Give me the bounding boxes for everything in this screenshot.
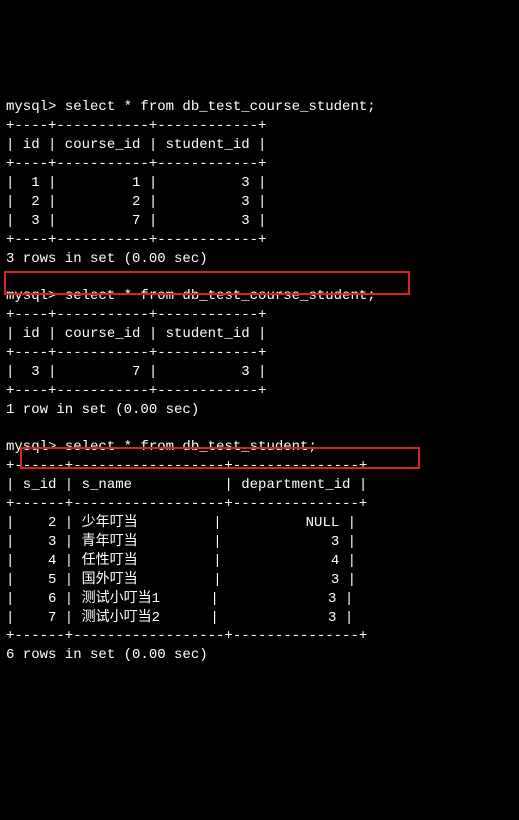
- table-border: +------+------------------+-------------…: [6, 496, 367, 512]
- table-row: | 2 | 2 | 3 |: [6, 194, 266, 210]
- table-border: +----+-----------+------------+: [6, 383, 266, 399]
- sql-statement: select * from db_test_course_student;: [65, 99, 376, 115]
- table-border: +----+-----------+------------+: [6, 118, 266, 134]
- table-row: | 5 | 国外叮当 | 3 |: [6, 572, 356, 588]
- table-border: +------+------------------+-------------…: [6, 628, 367, 644]
- terminal-output: mysql> select * from db_test_course_stud…: [6, 80, 513, 666]
- table-border: +----+-----------+------------+: [6, 345, 266, 361]
- status-line: 3 rows in set (0.00 sec): [6, 251, 208, 267]
- table-border: +------+------------------+-------------…: [6, 458, 367, 474]
- status-line: 1 row in set (0.00 sec): [6, 402, 199, 418]
- table-row: | 3 | 7 | 3 |: [6, 213, 266, 229]
- table-row: | 3 | 7 | 3 |: [6, 364, 266, 380]
- table-row: | 6 | 测试小叮当1 | 3 |: [6, 591, 353, 607]
- table-row: | 7 | 测试小叮当2 | 3 |: [6, 610, 353, 626]
- sql-statement: select * from db_test_student;: [65, 439, 317, 455]
- table-row: | 2 | 少年叮当 | NULL |: [6, 515, 356, 531]
- sql-statement: select * from db_test_course_student;: [65, 288, 376, 304]
- mysql-prompt: mysql>: [6, 439, 65, 455]
- mysql-prompt: mysql>: [6, 288, 65, 304]
- table-border: +----+-----------+------------+: [6, 307, 266, 323]
- table-header: | id | course_id | student_id |: [6, 137, 266, 153]
- table-header: | id | course_id | student_id |: [6, 326, 266, 342]
- table-border: +----+-----------+------------+: [6, 232, 266, 248]
- mysql-prompt: mysql>: [6, 99, 65, 115]
- status-line: 6 rows in set (0.00 sec): [6, 647, 208, 663]
- table-row: | 4 | 任性叮当 | 4 |: [6, 553, 356, 569]
- table-header: | s_id | s_name | department_id |: [6, 477, 367, 493]
- table-row: | 3 | 青年叮当 | 3 |: [6, 534, 356, 550]
- table-row: | 1 | 1 | 3 |: [6, 175, 266, 191]
- table-border: +----+-----------+------------+: [6, 156, 266, 172]
